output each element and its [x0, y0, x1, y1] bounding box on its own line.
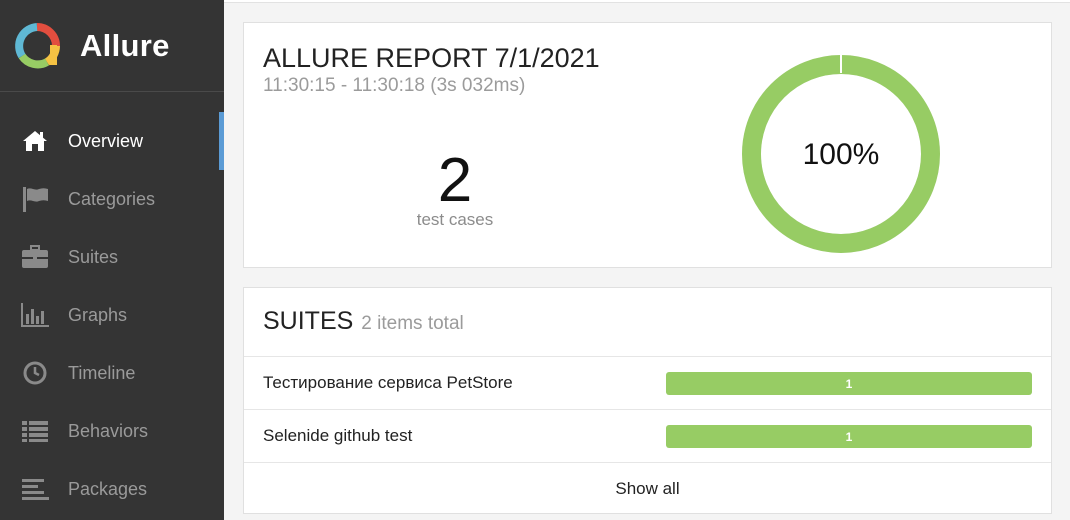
flag-icon [20, 184, 50, 214]
sidebar-item-graphs[interactable]: Graphs [0, 286, 224, 344]
sidebar-item-label: Behaviors [68, 420, 149, 441]
suite-row[interactable]: Тестирование сервиса PetStore 1 [244, 357, 1051, 410]
suites-header: SUITES 2 items total [244, 288, 1051, 357]
report-title: ALLURE REPORT 7/1/2021 [263, 43, 600, 73]
home-icon [20, 126, 50, 156]
briefcase-icon [20, 242, 50, 272]
sidebar-item-label: Timeline [68, 362, 136, 383]
sidebar-item-label: Categories [68, 188, 156, 209]
overview-widget: ALLURE REPORT 7/1/2021 11:30:15 - 11:30:… [243, 22, 1052, 268]
sidebar-item-overview[interactable]: Overview [0, 112, 224, 170]
sidebar: Allure Overview Categories Suites Graphs [0, 0, 224, 520]
pass-rate-donut[interactable]: 100% [738, 51, 944, 257]
suites-title: SUITES [263, 307, 354, 335]
sidebar-item-behaviors[interactable]: Behaviors [0, 402, 224, 460]
suites-widget: SUITES 2 items total Тестирование сервис… [243, 287, 1052, 514]
brand-name: Allure [80, 27, 170, 63]
sidebar-item-label: Packages [68, 478, 148, 499]
pass-rate-label: 100% [803, 138, 880, 171]
main-content: ALLURE REPORT 7/1/2021 11:30:15 - 11:30:… [224, 0, 1070, 520]
sidebar-nav: Overview Categories Suites Graphs Timeli… [0, 112, 224, 518]
align-left-icon [20, 474, 50, 504]
sidebar-item-packages[interactable]: Packages [0, 460, 224, 518]
suite-name: Selenide github test [263, 426, 413, 445]
show-all-link[interactable]: Show all [244, 463, 1051, 515]
sidebar-item-label: Suites [68, 246, 119, 267]
test-case-count: 2 [437, 146, 473, 215]
sidebar-item-label: Graphs [68, 304, 128, 325]
suite-name: Тестирование сервиса PetStore [263, 373, 513, 392]
sidebar-item-categories[interactable]: Categories [0, 170, 224, 228]
allure-logo-icon [15, 22, 60, 68]
report-time-range: 11:30:15 - 11:30:18 (3s 032ms) [263, 75, 526, 96]
bar-chart-icon [20, 300, 50, 330]
top-divider [224, 0, 1070, 3]
list-icon [20, 416, 50, 446]
suites-count: 2 items total [361, 313, 464, 334]
suite-row[interactable]: Selenide github test 1 [244, 410, 1051, 463]
brand[interactable]: Allure [0, 0, 224, 92]
suite-status-bar: 1 [666, 425, 1032, 448]
sidebar-item-suites[interactable]: Suites [0, 228, 224, 286]
sidebar-item-label: Overview [68, 130, 144, 151]
clock-icon [20, 358, 50, 388]
test-case-count-label: test cases [416, 210, 494, 229]
suite-status-bar: 1 [666, 372, 1032, 395]
sidebar-item-timeline[interactable]: Timeline [0, 344, 224, 402]
